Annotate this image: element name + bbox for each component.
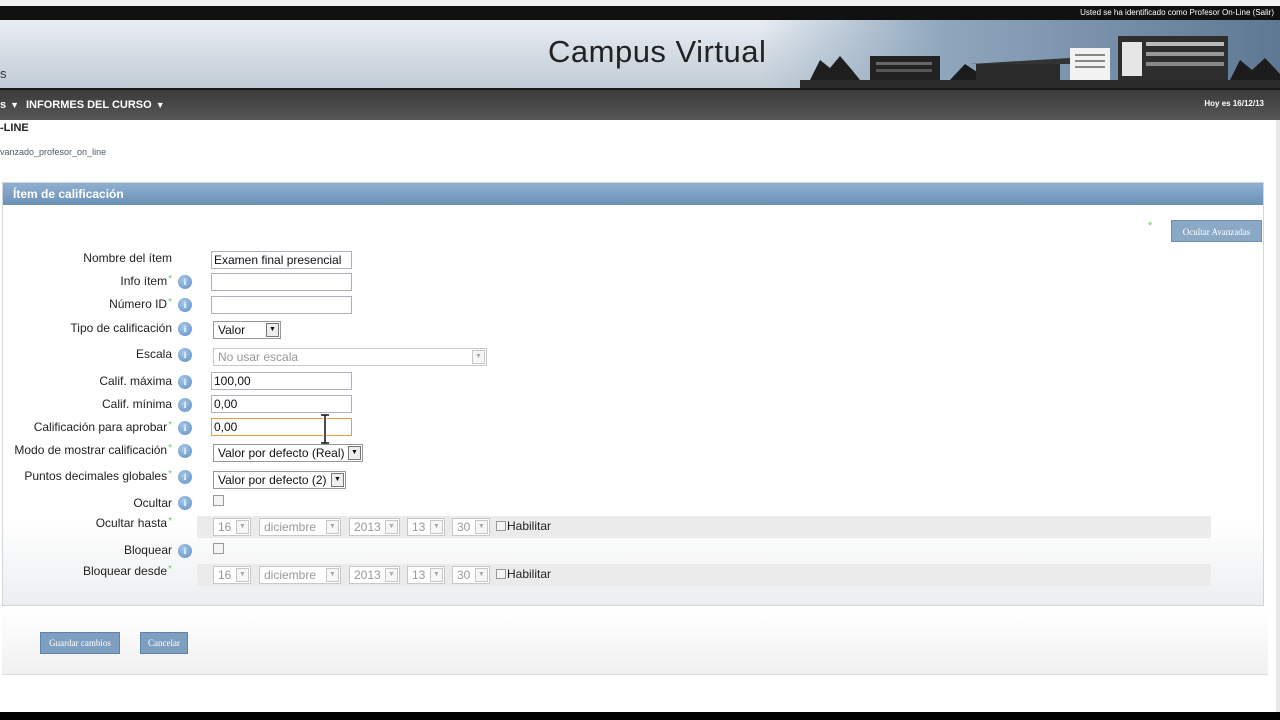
- grade-min-input[interactable]: 0,00: [211, 395, 352, 413]
- dropdown-arrow-icon: ▼: [236, 568, 249, 582]
- dropdown-arrow-icon: ▼: [331, 473, 344, 487]
- locked-after-month-select: diciembre ▼: [259, 566, 341, 584]
- chevron-down-icon: ▼: [155, 100, 165, 110]
- help-icon[interactable]: i: [178, 421, 192, 435]
- login-info[interactable]: Usted se ha identificado como Profesor O…: [1080, 6, 1274, 20]
- hidden-until-row: 16 ▼ diciembre ▼ 2013 ▼ 13 ▼ 30 ▼ Habilitar: [197, 516, 1211, 538]
- nav-course-reports[interactable]: INFORMES DEL CURSO ▼: [26, 99, 165, 111]
- decimal-points-select[interactable]: Valor por defecto (2) ▼: [213, 471, 346, 489]
- id-number-input[interactable]: [211, 296, 352, 314]
- hidden-until-hour-select: 13 ▼: [407, 518, 445, 536]
- grade-pass-label: Calificación para aprobar*: [33, 420, 172, 434]
- grade-type-label: Tipo de calificación: [70, 321, 172, 335]
- grade-type-select[interactable]: Valor ▼: [213, 321, 281, 339]
- dropdown-arrow-icon: ▼: [430, 568, 443, 582]
- page: Usted se ha identificado como Profesor O…: [0, 0, 1280, 720]
- locked-checkbox[interactable]: [213, 543, 224, 554]
- help-icon[interactable]: i: [178, 470, 192, 484]
- locked-after-hour-select: 13 ▼: [407, 566, 445, 584]
- help-icon[interactable]: i: [178, 496, 192, 510]
- help-icon[interactable]: i: [178, 375, 192, 389]
- display-mode-select[interactable]: Valor por defecto (Real) ▼: [213, 444, 363, 462]
- locked-after-label: Bloquear desde*: [83, 564, 172, 578]
- help-icon[interactable]: i: [178, 348, 192, 362]
- display-mode-label: Modo de mostrar calificación*: [14, 443, 172, 457]
- banner-left-fragment: s: [0, 66, 7, 81]
- cancel-button[interactable]: Cancelar: [140, 632, 188, 654]
- hidden-until-minute-select: 30 ▼: [452, 518, 490, 536]
- item-info-input[interactable]: [211, 273, 352, 291]
- site-title: Campus Virtual: [548, 34, 767, 69]
- locked-after-row: 16 ▼ diciembre ▼ 2013 ▼ 13 ▼ 30 ▼ Habilitar: [197, 564, 1211, 586]
- item-name-input[interactable]: Examen final presencial: [211, 251, 352, 269]
- hidden-label: Ocultar: [133, 496, 172, 510]
- locked-after-year-select: 2013 ▼: [349, 566, 400, 584]
- locked-after-day-select: 16 ▼: [213, 566, 251, 584]
- dropdown-arrow-icon: ▼: [385, 520, 398, 534]
- chevron-down-icon: ▼: [10, 100, 20, 110]
- form-footer: Guardar cambios Cancelar: [2, 610, 1268, 675]
- panel-title: Ítem de calificación: [3, 183, 1263, 205]
- help-icon[interactable]: i: [178, 298, 192, 312]
- locked-label: Bloquear: [123, 543, 172, 557]
- enable-checkbox[interactable]: [496, 569, 506, 579]
- hidden-until-month-select: diciembre ▼: [259, 518, 341, 536]
- text-cursor-icon: [321, 414, 329, 444]
- decimal-points-label: Puntos decimales globales*: [24, 469, 172, 483]
- breadcrumb[interactable]: vanzado_profesor_on_line: [0, 147, 106, 157]
- login-bar: Usted se ha identificado como Profesor O…: [0, 6, 1280, 20]
- help-icon[interactable]: i: [178, 544, 192, 558]
- scrollbar-edge[interactable]: [1276, 120, 1280, 720]
- dropdown-arrow-icon: ▼: [475, 520, 488, 534]
- hidden-until-enable[interactable]: Habilitar: [496, 519, 551, 533]
- course-name: -LINE: [0, 122, 29, 134]
- grade-item-panel: Ítem de calificación * Ocultar Avanzadas: [2, 182, 1264, 606]
- help-icon[interactable]: i: [178, 322, 192, 336]
- help-icon[interactable]: i: [178, 275, 192, 289]
- grade-max-input[interactable]: 100,00: [211, 372, 352, 390]
- campus-buildings-image: [800, 36, 1280, 88]
- id-number-label: Número ID*: [109, 297, 172, 311]
- help-icon[interactable]: i: [178, 444, 192, 458]
- required-mark: *: [1148, 220, 1153, 232]
- help-icon[interactable]: i: [178, 398, 192, 412]
- hidden-until-year-select: 2013 ▼: [349, 518, 400, 536]
- enable-checkbox[interactable]: [496, 521, 506, 531]
- dropdown-arrow-icon: ▼: [475, 568, 488, 582]
- course-nav-bar: s ▼ INFORMES DEL CURSO ▼ Hoy es 16/12/13: [0, 88, 1280, 120]
- hide-advanced-button[interactable]: Ocultar Avanzadas: [1171, 220, 1262, 242]
- dropdown-arrow-icon: ▼: [326, 520, 339, 534]
- item-name-label: Nombre del ítem: [83, 251, 172, 265]
- dropdown-arrow-icon: ▼: [236, 520, 249, 534]
- bottom-bar: [0, 712, 1280, 720]
- dropdown-arrow-icon: ▼: [348, 446, 361, 460]
- save-button[interactable]: Guardar cambios: [40, 632, 120, 654]
- dropdown-arrow-icon: ▼: [472, 350, 485, 364]
- today-date: Hoy es 16/12/13: [1204, 99, 1264, 108]
- dropdown-arrow-icon: ▼: [430, 520, 443, 534]
- dropdown-arrow-icon: ▼: [266, 323, 279, 337]
- locked-after-minute-select: 30 ▼: [452, 566, 490, 584]
- hidden-until-day-select: 16 ▼: [213, 518, 251, 536]
- item-info-label: Info ítem*: [120, 274, 172, 288]
- dropdown-arrow-icon: ▼: [326, 568, 339, 582]
- dropdown-arrow-icon: ▼: [385, 568, 398, 582]
- hidden-until-label: Ocultar hasta*: [95, 516, 172, 530]
- grade-min-label: Calif. mínima: [101, 397, 172, 411]
- nav-left-fragment[interactable]: s ▼: [0, 99, 19, 111]
- locked-after-enable[interactable]: Habilitar: [496, 567, 551, 581]
- scale-label: Escala: [135, 347, 172, 361]
- scale-select: No usar escala ▼: [213, 348, 487, 366]
- grade-max-label: Calif. máxima: [99, 374, 172, 388]
- site-banner: s Campus Virtual: [0, 20, 1280, 88]
- hidden-checkbox[interactable]: [213, 495, 224, 506]
